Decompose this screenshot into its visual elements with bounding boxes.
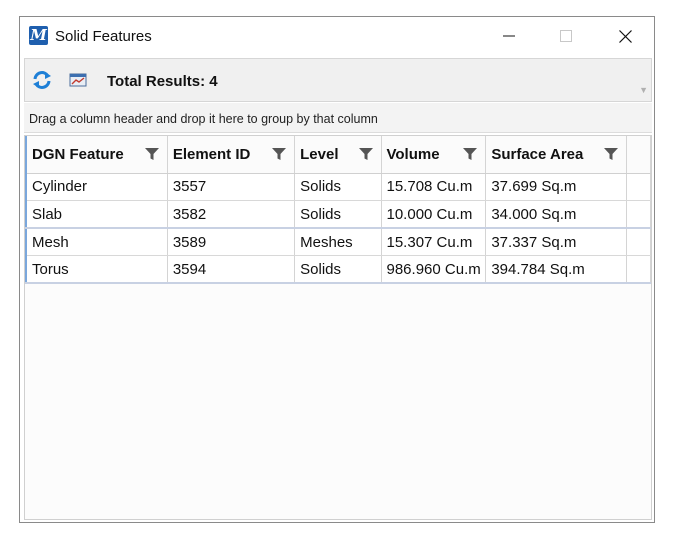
minimize-icon xyxy=(503,35,515,37)
cell-dgn-feature: Slab xyxy=(25,200,168,229)
column-header-level[interactable]: Level xyxy=(294,136,382,174)
cell-spacer xyxy=(626,255,651,284)
column-header-surface-area[interactable]: Surface Area xyxy=(485,136,627,174)
cell-dgn-feature: Mesh xyxy=(25,228,168,256)
cell-dgn-feature: Torus xyxy=(25,255,168,284)
title-bar[interactable]: M Solid Features xyxy=(20,17,654,55)
cell-spacer xyxy=(626,173,651,201)
column-header-label: Element ID xyxy=(172,145,251,163)
close-icon xyxy=(618,29,632,43)
cell-element-id: 3594 xyxy=(167,255,296,284)
cell-element-id: 3589 xyxy=(167,228,296,256)
cell-spacer xyxy=(626,228,651,256)
cell-level: Meshes xyxy=(294,228,382,256)
close-button[interactable] xyxy=(602,17,648,55)
cell-surface-area: 37.699 Sq.m xyxy=(485,173,627,201)
column-header-element-id[interactable]: Element ID xyxy=(167,136,296,174)
maximize-button[interactable] xyxy=(543,17,589,55)
cell-surface-area: 394.784 Sq.m xyxy=(485,255,627,284)
cell-level: Solids xyxy=(294,200,382,229)
filter-icon[interactable] xyxy=(358,147,373,161)
cell-level: Solids xyxy=(294,255,382,284)
cell-surface-area: 34.000 Sq.m xyxy=(485,200,627,229)
cell-surface-area: 37.337 Sq.m xyxy=(485,228,627,256)
group-by-hint: Drag a column header and drop it here to… xyxy=(29,112,378,126)
cell-element-id: 3557 xyxy=(167,173,296,201)
minimize-button[interactable] xyxy=(486,17,532,55)
toolbar-overflow-icon[interactable]: ▼ xyxy=(639,85,648,95)
column-header-spacer xyxy=(626,136,651,174)
filter-icon[interactable] xyxy=(463,147,478,161)
cell-element-id: 3582 xyxy=(167,200,296,229)
table-row[interactable]: Cylinder 3557 Solids 15.708 Cu.m 37.699 … xyxy=(25,173,651,201)
column-header-label: Level xyxy=(300,145,339,163)
cell-volume: 10.000 Cu.m xyxy=(381,200,487,229)
group-by-panel[interactable]: Drag a column header and drop it here to… xyxy=(24,103,652,133)
table-row[interactable]: Torus 3594 Solids 986.960 Cu.m 394.784 S… xyxy=(25,255,651,284)
window-title: Solid Features xyxy=(55,28,152,45)
column-header-volume[interactable]: Volume xyxy=(381,136,487,174)
column-header-label: DGN Feature xyxy=(32,145,124,163)
export-image-button[interactable] xyxy=(65,67,91,93)
export-image-icon xyxy=(69,73,87,87)
total-results-label: Total Results: 4 xyxy=(107,73,218,90)
app-logo-icon: M xyxy=(29,26,48,45)
cell-volume: 15.307 Cu.m xyxy=(381,228,487,256)
table-row[interactable]: Slab 3582 Solids 10.000 Cu.m 34.000 Sq.m xyxy=(25,200,651,229)
results-table: DGN Feature Element ID Level Volume Surf… xyxy=(25,136,651,284)
filter-icon[interactable] xyxy=(144,147,159,161)
cell-level: Solids xyxy=(294,173,382,201)
column-header-label: Surface Area xyxy=(491,145,584,163)
results-grid: DGN Feature Element ID Level Volume Surf… xyxy=(24,135,652,520)
cell-volume: 15.708 Cu.m xyxy=(381,173,487,201)
column-header-label: Volume xyxy=(386,145,440,163)
maximize-icon xyxy=(560,30,572,42)
toolbar: Total Results: 4 ▼ xyxy=(24,58,652,102)
solid-features-window: M Solid Features Total Results: 4 ▼ Drag… xyxy=(19,16,655,523)
cell-volume: 986.960 Cu.m xyxy=(381,255,487,284)
cell-dgn-feature: Cylinder xyxy=(25,173,168,201)
table-row[interactable]: Mesh 3589 Meshes 15.307 Cu.m 37.337 Sq.m xyxy=(25,228,651,256)
cell-spacer xyxy=(626,200,651,229)
filter-icon[interactable] xyxy=(603,147,618,161)
header-row: DGN Feature Element ID Level Volume Surf… xyxy=(25,136,651,174)
refresh-icon xyxy=(33,71,51,89)
refresh-button[interactable] xyxy=(29,67,55,93)
column-header-dgn-feature[interactable]: DGN Feature xyxy=(25,136,168,174)
filter-icon[interactable] xyxy=(272,147,287,161)
